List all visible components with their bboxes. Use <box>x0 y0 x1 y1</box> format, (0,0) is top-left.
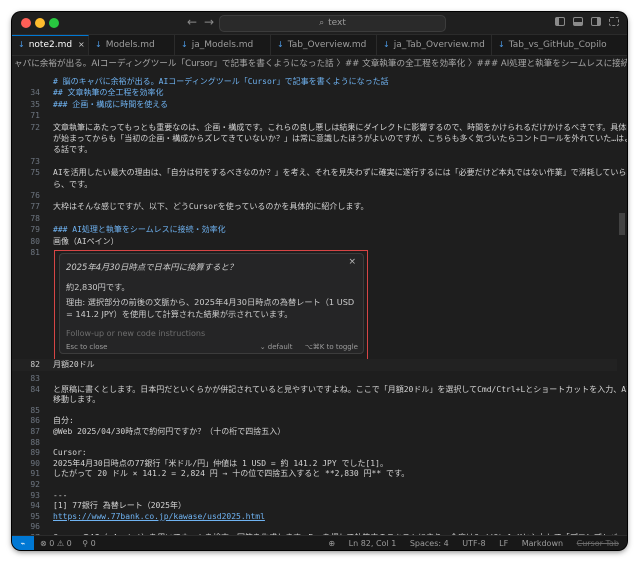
customize-layout-icon[interactable] <box>609 17 619 26</box>
zoom-icon[interactable]: ⊕ <box>328 539 335 548</box>
code-line[interactable]: 80 画像（AIペイン） <box>12 236 617 248</box>
code-line[interactable]: る話です。 <box>12 144 617 156</box>
line-text: る話です。 <box>53 145 93 155</box>
breadcrumb[interactable]: ャパに余裕が出る。AIコーディングツール「Cursor」で記事を書くようになった… <box>12 56 627 72</box>
current-line[interactable]: 82 月額20ドル <box>12 359 617 371</box>
layout-controls <box>555 17 619 26</box>
tab-ja-models[interactable]: ↓ ja_Models.md <box>175 35 271 55</box>
esc-hint[interactable]: Esc to close <box>66 343 107 351</box>
encoding[interactable]: UTF-8 <box>462 539 485 548</box>
maximize-window-button[interactable] <box>49 18 59 28</box>
line-number: 80 <box>30 236 40 246</box>
close-window-button[interactable] <box>21 18 31 28</box>
line-text: AIを活用したい最大の理由は、「自分は何をするべきなのか？」を考え、それを見失わ… <box>53 168 627 178</box>
ports-indicator[interactable]: ⚲ 0 <box>82 539 96 548</box>
tab-note2[interactable]: ↓ note2.md × <box>12 35 89 55</box>
markdown-file-icon: ↓ <box>95 40 102 49</box>
search-icon: ⌕ <box>319 18 325 28</box>
line-number: 79 <box>30 225 40 235</box>
code-line[interactable]: 73 <box>12 156 617 168</box>
ai-question: 2025年4月30日時点で日本円に換算すると？ <box>66 262 238 272</box>
close-tab-icon[interactable]: × <box>78 40 85 49</box>
editor-tabs: ↓ note2.md × ↓ Models.md ↓ ja_Models.md ↓ Tab… <box>12 35 627 56</box>
toggle-panel-icon[interactable] <box>573 17 583 26</box>
code-line[interactable]: 35 ### 企画・構成に時間を使える <box>12 99 617 111</box>
toggle-secondary-sidebar-icon[interactable] <box>591 17 601 26</box>
close-icon[interactable]: × <box>348 257 356 267</box>
cursor-tab-status[interactable]: Cursor Tab <box>577 539 619 548</box>
scrollbar-thumb[interactable] <box>619 213 625 235</box>
line-text: 月額20ドル <box>53 360 95 369</box>
line-text: ## 文章執筆の全工程を効率化 <box>53 88 164 98</box>
code-line[interactable]: 75 AIを活用したい最大の理由は、「自分は何をするべきなのか？」を考え、それを見… <box>12 167 627 179</box>
code-line[interactable]: 76 <box>12 190 617 202</box>
minimize-window-button[interactable] <box>35 18 45 28</box>
markdown-file-icon: ↓ <box>383 40 390 49</box>
followup-input[interactable]: Follow-up or new code instructions <box>66 329 205 338</box>
back-arrow-icon[interactable]: ← <box>187 15 197 29</box>
code-line[interactable]: # 脳のキャパに余裕が出る。AIコーディングツール「Cursor」で記事を書くよ… <box>12 76 617 88</box>
line-number: 77 <box>30 202 40 212</box>
code-line[interactable]: 77 大枠はそんな感じですが、以下、どうCursorを使っているのかを具体的に紹介… <box>12 201 617 213</box>
tab-overview[interactable]: ↓ Tab_Overview.md <box>271 35 377 55</box>
tab-ja-overview[interactable]: ↓ ja_Tab_Overview.md <box>377 35 492 55</box>
code-line[interactable]: 71 <box>12 110 617 122</box>
line-number: 35 <box>30 99 40 109</box>
model-select[interactable]: ⌄ default <box>260 343 293 351</box>
tab-models[interactable]: ↓ Models.md <box>89 35 175 55</box>
tab-vs-copilot[interactable]: ↓ Tab_vs_GitHub_Copilo <box>492 35 627 55</box>
toggle-primary-sidebar-icon[interactable] <box>555 17 565 26</box>
line-number: 72 <box>30 122 40 132</box>
line-number: 73 <box>30 156 40 166</box>
cursor-position[interactable]: Ln 82, Col 1 <box>349 539 397 548</box>
line-number: 76 <box>30 191 40 200</box>
line-text: ### AI処理と執筆をシームレスに接続・効率化 <box>53 225 226 235</box>
status-bar: ⌁ ⊗ 0 ⚠ 0 ⚲ 0 ⊕ Ln 82, Col 1 Spaces: 4 U… <box>12 535 627 550</box>
toggle-hint[interactable]: ⌥⌘K to toggle <box>305 343 358 351</box>
problems-indicator[interactable]: ⊗ 0 ⚠ 0 <box>40 539 72 548</box>
code-line[interactable]: 72 文章執筆にあたってもっとも重要なのは、企画・構成です。これらの良し悪しは結果… <box>12 122 627 134</box>
language-mode[interactable]: Markdown <box>522 539 563 548</box>
indentation[interactable]: Spaces: 4 <box>410 539 449 548</box>
forward-arrow-icon[interactable]: → <box>204 15 214 29</box>
markdown-file-icon: ↓ <box>277 40 284 49</box>
markdown-file-icon: ↓ <box>498 40 505 49</box>
end-of-line[interactable]: LF <box>499 539 508 548</box>
ai-answer-reason: 理由: 選択部分の前後の文脈から、2025年4月30日時点の為替レート（1 US… <box>66 297 355 319</box>
markdown-file-icon: ↓ <box>181 40 188 49</box>
line-text: が始まってからも「当初の企画・構成からズレてきていないか？」は常に意識したほうが… <box>53 134 627 143</box>
line-text: # 脳のキャパに余裕が出る。AIコーディングツール「Cursor」で記事を書くよ… <box>53 77 389 86</box>
line-number: 82 <box>30 360 40 369</box>
title-bar: ← → ⌕ text <box>12 12 627 35</box>
code-editor[interactable]: # 脳のキャパに余裕が出る。AIコーディングツール「Cursor」で記事を書くよ… <box>12 73 627 535</box>
line-text: 画像（AIペイン） <box>53 236 119 246</box>
line-text: ら、です。 <box>53 179 93 189</box>
line-text: 文章執筆にあたってもっとも重要なのは、企画・構成です。これらの良し悪しは結果にダ… <box>53 122 627 132</box>
line-number: 34 <box>30 88 40 98</box>
editor-window: ← → ⌕ text ↓ note2.md × ↓ Models.md ↓ ja_Mode… <box>12 12 627 550</box>
remote-icon[interactable]: ⌁ <box>12 536 34 550</box>
line-number: 71 <box>30 111 40 121</box>
ai-panel-footer: Esc to close ⌄ default ⌥⌘K to toggle <box>66 343 358 351</box>
line-number: 81 <box>30 248 40 257</box>
command-center-search[interactable]: ⌕ text <box>219 15 446 32</box>
code-line[interactable]: が始まってからも「当初の企画・構成からズレてきていないか？」は常に意識したほうが… <box>12 133 627 145</box>
code-line[interactable]: 34 ## 文章執筆の全工程を効率化 <box>12 87 617 99</box>
code-line[interactable]: ら、です。 <box>12 179 617 191</box>
inline-ai-panel: 2025年4月30日時点で日本円に換算すると？ × 約2,830円です。 理由:… <box>59 253 364 354</box>
markdown-file-icon: ↓ <box>18 40 25 49</box>
code-line[interactable]: 78 <box>12 213 617 225</box>
ai-answer-summary: 約2,830円です。 <box>66 282 130 292</box>
line-number: 75 <box>30 168 40 178</box>
line-number: 78 <box>30 213 40 223</box>
line-text: 大枠はそんな感じですが、以下、どうCursorを使っているのかを具体的に紹介しま… <box>53 202 369 212</box>
line-text: ### 企画・構成に時間を使える <box>53 99 169 109</box>
code-line[interactable]: 79 ### AI処理と執筆をシームレスに接続・効率化 <box>12 224 617 236</box>
